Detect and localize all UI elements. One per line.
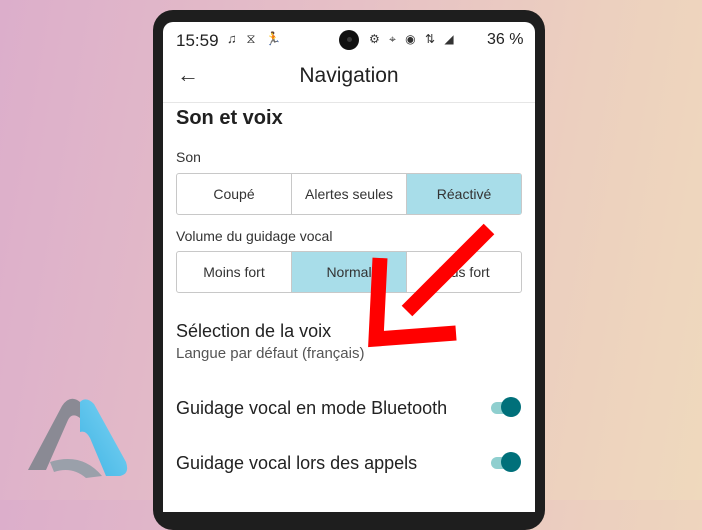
notification-icons: ♫ ⧖ 🏃 — [227, 31, 285, 46]
status-bar: 15:59 ♫ ⧖ 🏃 ⚙ ⌖ ◉ ⇅ ◢ 36 % — [163, 22, 535, 58]
voice-selection-title: Sélection de la voix — [176, 321, 332, 341]
volume-segmented-control: Moins fort Normal Plus fort — [176, 251, 522, 293]
volume-option-normal[interactable]: Normal — [291, 252, 406, 292]
phone-screen: 15:59 ♫ ⧖ 🏃 ⚙ ⌖ ◉ ⇅ ◢ 36 % ← Navigation … — [163, 22, 535, 512]
calls-voice-label: Guidage vocal lors des appels — [176, 453, 418, 473]
front-camera — [339, 30, 359, 50]
volume-option-louder[interactable]: Plus fort — [406, 252, 521, 292]
status-time: 15:59 — [176, 31, 219, 50]
calls-voice-toggle[interactable] — [487, 452, 521, 472]
sound-option-alerts-only[interactable]: Alertes seules — [291, 174, 406, 214]
volume-option-softer[interactable]: Moins fort — [177, 252, 291, 292]
sound-segmented-control: Coupé Alertes seules Réactivé — [176, 173, 522, 215]
system-status-icons: ⚙ ⌖ ◉ ⇅ ◢ — [369, 32, 457, 46]
voice-volume-label: Volume du guidage vocal — [176, 228, 333, 244]
toggle-thumb — [501, 397, 521, 417]
bluetooth-voice-label: Guidage vocal en mode Bluetooth — [176, 398, 448, 418]
bluetooth-voice-toggle[interactable] — [487, 397, 521, 417]
battery-level: 36 % — [487, 31, 524, 48]
sound-option-off[interactable]: Coupé — [177, 174, 291, 214]
section-title: Son et voix — [176, 107, 283, 129]
brand-logo-icon — [28, 398, 128, 478]
page-title: Navigation — [299, 64, 399, 87]
toggle-thumb — [501, 452, 521, 472]
voice-selection-subtitle: Langue par défaut (français) — [176, 345, 365, 362]
app-bar: ← Navigation — [163, 58, 535, 103]
sound-option-on[interactable]: Réactivé — [406, 174, 521, 214]
sound-label: Son — [176, 149, 201, 165]
